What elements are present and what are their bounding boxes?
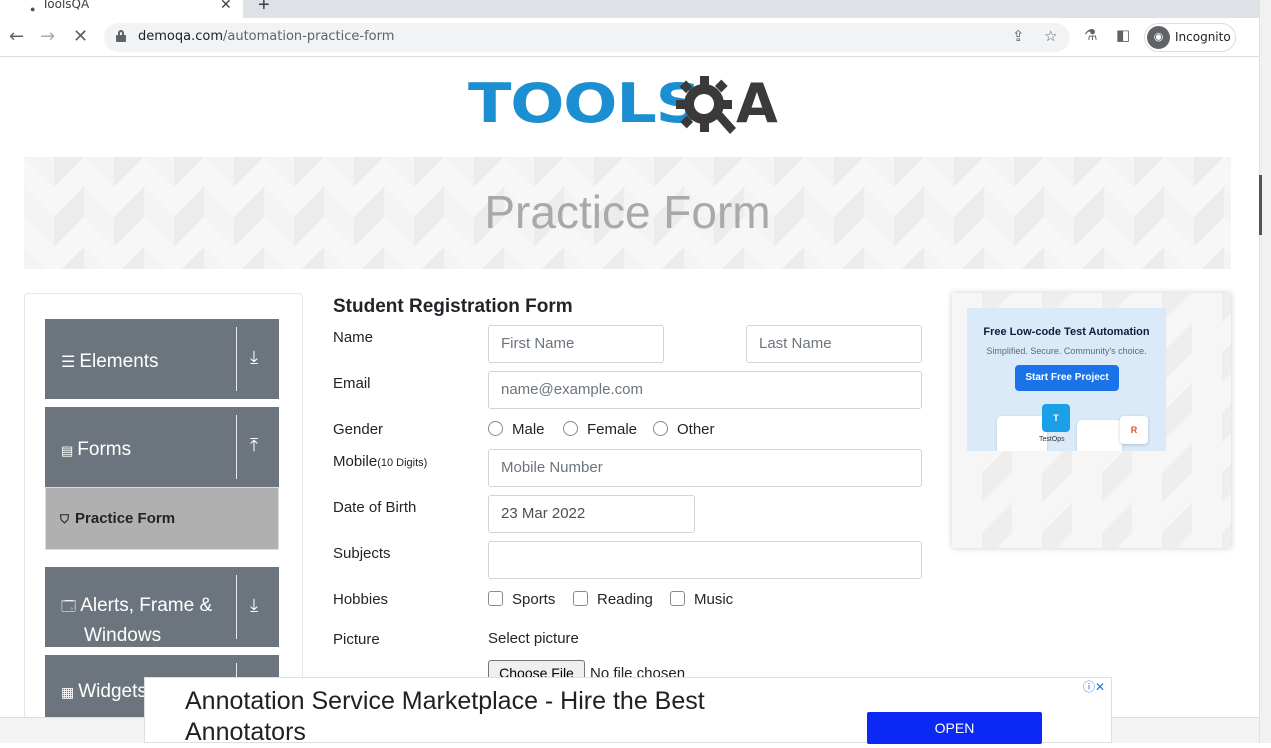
logo-text-a: A <box>736 72 778 135</box>
browser-tab[interactable]: ● ToolsQA ✕ <box>0 0 243 18</box>
subjects-input[interactable] <box>488 541 922 579</box>
radio-button[interactable] <box>488 421 503 436</box>
hamburger-icon: ☰ <box>61 354 76 371</box>
picture-label: Picture <box>333 631 380 648</box>
dob-label: Date of Birth <box>333 499 417 516</box>
logo-text-tools: TOOLS <box>468 72 702 135</box>
download-arrow-icon[interactable]: ⤓ <box>250 347 258 368</box>
toolsqa-logo[interactable]: TOOLS A <box>468 72 793 148</box>
extensions-icon[interactable]: ⚗ <box>1084 26 1097 44</box>
ad-card <box>1077 420 1122 451</box>
gender-label: Gender <box>333 421 384 438</box>
bookmark-star-icon[interactable]: ☆ <box>1044 27 1057 45</box>
tab-strip: ● ToolsQA ✕ + <box>0 0 1259 18</box>
date-of-birth-input[interactable]: 23 Mar 2022 <box>488 495 695 533</box>
checkbox[interactable] <box>488 591 503 606</box>
hobbies-label: Hobbies <box>333 591 389 608</box>
subjects-label: Subjects <box>333 545 391 562</box>
mobile-input[interactable]: Mobile Number <box>488 449 922 487</box>
last-name-input[interactable]: Last Name <box>746 325 922 363</box>
side-panel-icon[interactable]: ◧ <box>1116 26 1130 44</box>
mobile-label: Mobile(10 Digits) <box>333 453 428 470</box>
email-label: Email <box>333 375 371 392</box>
ad-open-button[interactable]: OPEN <box>867 712 1042 744</box>
page-title: Practice Form <box>484 186 771 238</box>
radio-button[interactable] <box>653 421 668 436</box>
sidebar-group-alerts[interactable]: 🗔 Alerts, Frame & Windows ⤓ <box>45 567 279 647</box>
ad-caption: TestOps <box>1039 436 1065 443</box>
favicon-icon: ● <box>30 4 36 14</box>
ad-title: Free Low-code Test Automation <box>983 326 1150 338</box>
share-icon[interactable]: ⇪ <box>1012 27 1025 45</box>
divider <box>236 575 237 639</box>
download-arrow-icon[interactable]: ⤓ <box>250 595 258 616</box>
upload-arrow-icon[interactable]: ⤒ <box>250 435 258 456</box>
hobby-reading-checkbox[interactable]: Reading <box>573 591 653 608</box>
sidebar-item-practice-form[interactable]: ⛉ Practice Form <box>45 487 279 550</box>
navigation-bar: ← → ✕ demoqa.com/automation-practice-for… <box>0 18 1259 57</box>
incognito-icon: ◉ <box>1147 26 1170 49</box>
select-picture-label: Select picture <box>488 630 579 647</box>
address-bar[interactable]: demoqa.com/automation-practice-form ⇪ ☆ <box>104 23 1070 52</box>
sidebar-item-label: ⛉ Practice Form <box>60 510 176 527</box>
sidebar-group-label: ▦ Widgets <box>61 677 147 707</box>
hobby-music-checkbox[interactable]: Music <box>670 591 733 608</box>
ad-creative[interactable]: Free Low-code Test Automation Simplified… <box>967 308 1166 451</box>
ad-card <box>997 416 1047 451</box>
bottom-advertisement[interactable]: Annotation Service Marketplace - Hire th… <box>144 677 1113 746</box>
sidebar-group-label: ☰ Elements <box>61 347 159 377</box>
checkbox[interactable] <box>670 591 685 606</box>
sidebar-group-elements[interactable]: ☰ Elements ⤓ <box>45 319 279 399</box>
sidebar-menu: ☰ Elements ⤓ ▤ Forms ⤒ ⛉ Practice Form 🗔 Ale… <box>24 293 303 735</box>
tab-title: ToolsQA <box>42 0 90 11</box>
html5-icon: ⛉ <box>60 512 70 526</box>
testops-logo-icon: T <box>1042 404 1070 432</box>
browser-chrome: ● ToolsQA ✕ + ← → ✕ demoqa.com/automatio… <box>0 0 1259 57</box>
ad-subtitle: Simplified. Secure. Community's choice. <box>986 346 1147 356</box>
url-text[interactable]: demoqa.com/automation-practice-form <box>138 29 394 44</box>
ad-start-button[interactable]: Start Free Project <box>1015 365 1119 391</box>
sidebar-group-label: ▤ Forms <box>61 435 131 465</box>
gender-other-radio[interactable]: Other <box>653 421 715 438</box>
sidebar-group-forms[interactable]: ▤ Forms ⤒ <box>45 407 279 487</box>
checkbox[interactable] <box>573 591 588 606</box>
gear-magnifier-icon <box>676 76 736 134</box>
page-scrollbar[interactable] <box>1259 0 1271 743</box>
close-tab-icon[interactable]: ✕ <box>220 0 232 13</box>
back-icon[interactable]: ← <box>9 26 24 47</box>
name-label: Name <box>333 329 374 346</box>
new-tab-icon[interactable]: + <box>258 0 270 17</box>
scrollbar-thumb[interactable] <box>1259 175 1262 235</box>
ad-headline[interactable]: Annotation Service Marketplace - Hire th… <box>185 686 805 748</box>
gender-female-radio[interactable]: Female <box>563 421 637 438</box>
katalon-logo-icon: R <box>1120 416 1148 444</box>
stop-loading-icon[interactable]: ✕ <box>73 26 88 47</box>
incognito-profile[interactable]: ◉ Incognito <box>1144 23 1236 52</box>
window-icon: 🗔 <box>61 598 77 614</box>
widgets-icon: ▦ <box>61 684 75 700</box>
document-icon: ▤ <box>61 443 74 458</box>
hobby-sports-checkbox[interactable]: Sports <box>488 591 555 608</box>
incognito-label: Incognito <box>1175 30 1231 44</box>
radio-button[interactable] <box>563 421 578 436</box>
side-advertisement: Free Low-code Test Automation Simplified… <box>952 293 1231 548</box>
divider <box>236 327 237 391</box>
lock-icon[interactable] <box>116 30 126 42</box>
adchoices-close-icon[interactable]: ⓘ✕ <box>1083 678 1113 694</box>
divider <box>236 415 237 479</box>
first-name-input[interactable]: First Name <box>488 325 664 363</box>
page-banner: Practice Form <box>24 157 1231 269</box>
gender-male-radio[interactable]: Male <box>488 421 545 438</box>
form-title: Student Registration Form <box>333 296 573 317</box>
email-input[interactable]: name@example.com <box>488 371 922 409</box>
forward-icon[interactable]: → <box>40 26 55 47</box>
sidebar-group-label: 🗔 Alerts, Frame & Windows <box>61 591 212 650</box>
